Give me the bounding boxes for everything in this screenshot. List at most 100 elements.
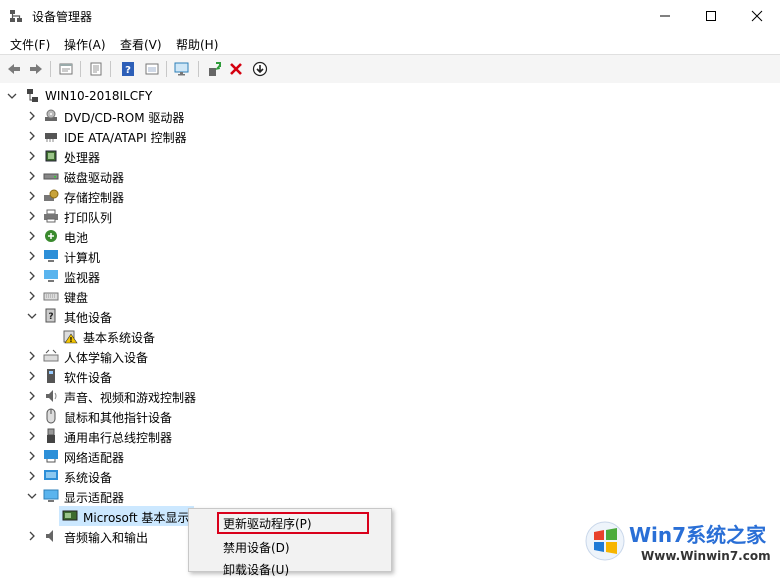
- tree-item-label: 计算机: [64, 251, 101, 265]
- uninstall-icon[interactable]: [226, 59, 246, 79]
- tree-item-computer[interactable]: 计算机: [0, 246, 780, 266]
- tree-item-label: 通用串行总线控制器: [64, 431, 173, 445]
- chevron-right-icon[interactable]: [26, 110, 38, 122]
- watermark-name: Win7系统之家: [629, 523, 767, 547]
- context-disable-device[interactable]: 禁用设备(D): [223, 539, 290, 556]
- chevron-down-icon[interactable]: [6, 90, 18, 102]
- tree-item-label: 打印队列: [64, 211, 113, 225]
- tree-root[interactable]: WIN10-2018ILCFY: [0, 86, 780, 106]
- chevron-right-icon[interactable]: [26, 530, 38, 542]
- windows-logo-icon: [585, 521, 625, 561]
- chevron-down-icon[interactable]: [26, 490, 38, 502]
- title-bar: 设备管理器: [0, 0, 780, 33]
- toolbar-separator: [80, 61, 81, 77]
- update-driver-icon[interactable]: [204, 59, 224, 79]
- back-arrow-icon[interactable]: [4, 59, 24, 79]
- warning-device-icon: !: [63, 330, 78, 344]
- tree-item-label: 显示适配器: [64, 491, 125, 505]
- properties-icon[interactable]: [56, 59, 76, 79]
- tree-item-monitor[interactable]: 监视器: [0, 266, 780, 286]
- computer-icon: [44, 250, 58, 262]
- svg-text:!: !: [69, 336, 72, 344]
- tree-item-sound[interactable]: 声音、视频和游戏控制器: [0, 386, 780, 406]
- tree-item-storage[interactable]: 存储控制器: [0, 186, 780, 206]
- chevron-right-icon[interactable]: [26, 430, 38, 442]
- close-button[interactable]: [734, 0, 780, 32]
- chevron-right-icon[interactable]: [26, 390, 38, 402]
- menu-bar: 文件(F) 操作(A) 查看(V) 帮助(H): [0, 32, 780, 54]
- speaker-icon: [46, 390, 57, 402]
- help-icon[interactable]: ?: [118, 59, 138, 79]
- tree-item-label: 网络适配器: [64, 451, 125, 465]
- svg-text:?: ?: [125, 65, 131, 76]
- tree-item-keyboard[interactable]: 键盘: [0, 286, 780, 306]
- menu-action[interactable]: 操作(A): [64, 36, 106, 53]
- tree-item-printer[interactable]: 打印队列: [0, 206, 780, 226]
- chevron-right-icon[interactable]: [26, 250, 38, 262]
- tree-item-disk[interactable]: 磁盘驱动器: [0, 166, 780, 186]
- forward-arrow-icon[interactable]: [26, 59, 46, 79]
- software-icon: [47, 369, 55, 383]
- tree-item-ide[interactable]: IDE ATA/ATAPI 控制器: [0, 126, 780, 146]
- toolbar-separator: [166, 61, 167, 77]
- display-adapter-icon: [43, 489, 59, 502]
- tree-item-processor[interactable]: 处理器: [0, 146, 780, 166]
- tree-item-network[interactable]: 网络适配器: [0, 446, 780, 466]
- system-icon: [44, 470, 58, 480]
- tree-item-basic-system-device[interactable]: ! 基本系统设备: [0, 326, 780, 346]
- download-icon[interactable]: [250, 59, 270, 79]
- device-tree: WIN10-2018ILCFY DVD/CD-ROM 驱动器 IDE ATA/A…: [0, 83, 780, 545]
- chevron-right-icon[interactable]: [26, 270, 38, 282]
- tree-item-display-adapters[interactable]: 显示适配器: [0, 486, 780, 506]
- tree-item-label: 存储控制器: [64, 191, 125, 205]
- menu-view[interactable]: 查看(V): [120, 36, 162, 53]
- print-icon[interactable]: [86, 59, 106, 79]
- chevron-right-icon[interactable]: [26, 190, 38, 202]
- tree-item-label: Microsoft 基本显示: [83, 511, 190, 525]
- minimize-button[interactable]: [642, 0, 688, 32]
- view-icon[interactable]: [142, 59, 162, 79]
- tree-item-dvd[interactable]: DVD/CD-ROM 驱动器: [0, 106, 780, 126]
- chevron-right-icon[interactable]: [26, 350, 38, 362]
- maximize-button[interactable]: [688, 0, 734, 32]
- chevron-right-icon[interactable]: [26, 450, 38, 462]
- chevron-right-icon[interactable]: [26, 150, 38, 162]
- chevron-right-icon[interactable]: [26, 230, 38, 242]
- tree-item-system[interactable]: 系统设备: [0, 466, 780, 486]
- hid-icon: [43, 349, 59, 362]
- tree-item-other-devices[interactable]: ? 其他设备: [0, 306, 780, 326]
- monitor-icon: [44, 270, 58, 282]
- chevron-right-icon[interactable]: [26, 290, 38, 302]
- tree-item-label: 处理器: [64, 151, 101, 165]
- network-icon: [44, 450, 58, 463]
- toolbar-separator: [198, 61, 199, 77]
- chevron-right-icon[interactable]: [26, 370, 38, 382]
- chevron-right-icon[interactable]: [26, 470, 38, 482]
- tree-item-software[interactable]: 软件设备: [0, 366, 780, 386]
- tree-item-label: 人体学输入设备: [64, 351, 149, 365]
- tree-item-label: 音频输入和输出: [64, 531, 149, 545]
- tree-item-label: 声音、视频和游戏控制器: [64, 391, 197, 405]
- tree-item-mouse[interactable]: 鼠标和其他指针设备: [0, 406, 780, 426]
- tree-item-hid[interactable]: 人体学输入设备: [0, 346, 780, 366]
- menu-file[interactable]: 文件(F): [10, 36, 50, 53]
- chevron-right-icon[interactable]: [26, 170, 38, 182]
- tree-item-label: 鼠标和其他指针设备: [64, 411, 173, 425]
- audio-icon: [46, 530, 53, 542]
- monitor-scan-icon[interactable]: [172, 59, 192, 79]
- tree-item-usb[interactable]: 通用串行总线控制器: [0, 426, 780, 446]
- chevron-down-icon[interactable]: [26, 310, 38, 322]
- usb-icon: [47, 428, 55, 443]
- chevron-right-icon[interactable]: [26, 210, 38, 222]
- tree-item-label: 其他设备: [64, 311, 113, 325]
- watermark: Win7系统之家 Www.Winwin7.com: [583, 515, 780, 570]
- chevron-right-icon[interactable]: [26, 130, 38, 142]
- svg-text:?: ?: [48, 312, 53, 322]
- tree-item-battery[interactable]: 电池: [0, 226, 780, 246]
- tree-item-label: 系统设备: [64, 471, 113, 485]
- chevron-right-icon[interactable]: [26, 410, 38, 422]
- menu-help[interactable]: 帮助(H): [176, 36, 218, 53]
- dvd-icon: [45, 109, 57, 121]
- tree-item-label: 电池: [64, 231, 89, 245]
- context-update-driver[interactable]: 更新驱动程序(P): [223, 515, 312, 532]
